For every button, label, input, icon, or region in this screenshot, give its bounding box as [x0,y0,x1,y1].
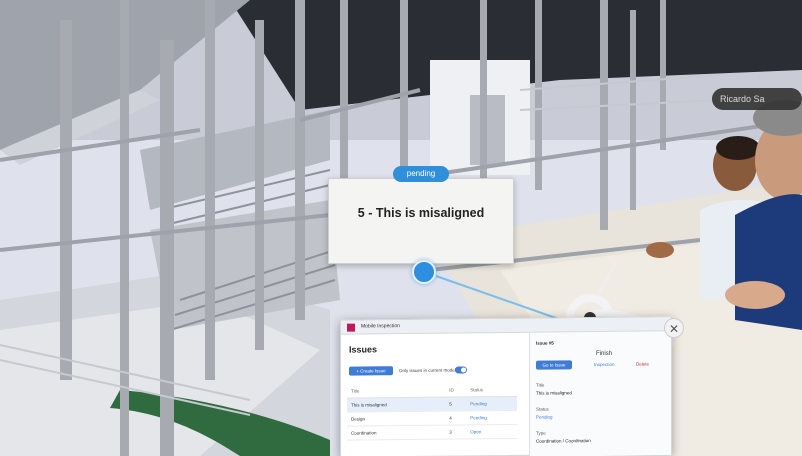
col-title-header: Title [347,383,446,398]
issues-panel: Mobile Inspection Issues + Create Issue … [340,316,672,456]
col-status-header: Status [466,382,517,397]
row-title: Design [347,410,446,426]
issue-detail-pane: Issue #5 Go to Issue Inspection Delete T… [529,331,671,456]
status-label: Status [536,406,549,412]
status-value[interactable]: Pending [536,415,553,420]
vr-scene: Ricardo Sa 5 - This is misaligned pendin… [0,0,802,456]
type-value[interactable]: Coordination / Coordination [536,438,591,444]
row-status: Pending [466,395,517,411]
panel-title: Issues [349,344,378,355]
delete-button[interactable]: Delete [636,362,649,367]
issue-card[interactable]: 5 - This is misaligned [328,178,514,264]
title-value[interactable]: This is misaligned [536,390,572,395]
table-row[interactable]: Coordination 3 Open [347,423,517,440]
app-logo-icon [347,323,355,332]
row-title: This is misaligned [347,396,446,412]
row-id: 4 [445,410,467,425]
row-status: Pending [466,409,517,425]
detail-header: Issue #5 [536,340,554,346]
filter-toggle[interactable] [455,366,467,374]
app-name: Mobile Inspection [361,323,400,330]
go-to-issue-button[interactable]: Go to Issue [536,360,572,370]
type-label: Type [536,430,546,436]
row-title: Coordination [347,424,446,440]
issue-card-title: 5 - This is misaligned [357,206,485,220]
row-status: Open [466,423,517,439]
issue-pin-marker[interactable] [412,260,436,284]
title-label: Title [536,382,545,388]
close-icon[interactable]: ✕ [664,318,684,338]
col-id-header: ID [445,383,467,397]
issues-table: Title ID Status This is misaligned 5 Pen… [347,382,517,440]
row-id: 5 [445,396,467,411]
create-issue-button[interactable]: + Create Issue [349,366,393,376]
finish-button[interactable]: Finish [596,351,612,357]
filter-label: Only issues in current model [399,367,456,374]
issue-status-pill: pending [393,166,449,182]
avatar-name-tag: Ricardo Sa [712,88,802,110]
inspection-button[interactable]: Inspection [594,362,615,367]
row-id: 3 [445,424,467,439]
